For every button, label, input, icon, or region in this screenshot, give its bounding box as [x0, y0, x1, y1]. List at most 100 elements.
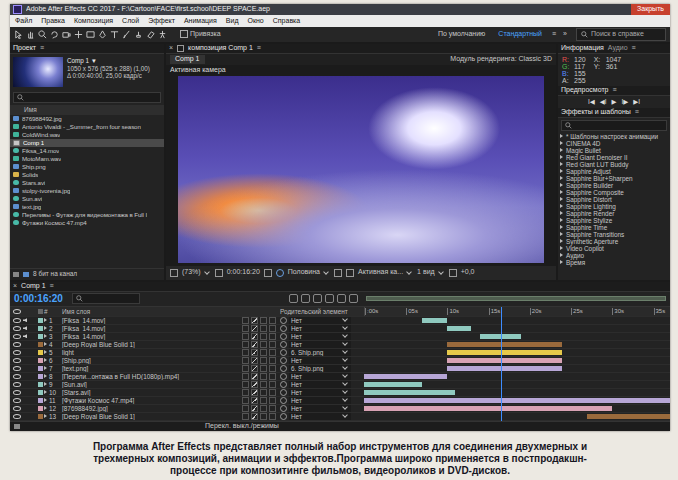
zoom-tool-icon[interactable] [38, 30, 47, 39]
project-item[interactable]: text.jpg [10, 203, 164, 211]
pan-tool-icon[interactable] [74, 30, 83, 39]
layer-bar[interactable] [364, 406, 612, 411]
effect-category[interactable]: Sapphire Lighting [560, 203, 668, 210]
effect-category[interactable]: Video Copilot [560, 245, 668, 252]
3d-switch-icon[interactable] [269, 349, 276, 356]
layer-name[interactable]: [Футажи Космос 47.mp4] [60, 397, 242, 404]
effect-category[interactable]: Sapphire Adjust [560, 168, 668, 175]
color-icon[interactable] [276, 269, 284, 277]
help-search[interactable]: Поиск в справке [576, 28, 666, 41]
pickwhip-icon[interactable] [280, 413, 287, 420]
snap-toggle[interactable]: Привязка [180, 30, 221, 39]
layer-bar[interactable] [364, 398, 670, 403]
expand-icon[interactable] [560, 225, 563, 229]
hand-tool-icon[interactable] [26, 30, 35, 39]
parent-value[interactable]: Нет [289, 405, 351, 412]
motion-blur-switch-icon[interactable] [260, 405, 267, 412]
viewer[interactable]: Активная камера [166, 65, 556, 266]
quality-switch-icon[interactable] [251, 381, 258, 388]
layer-name[interactable]: [Sun.avi] [60, 381, 242, 388]
shy-switch-icon[interactable] [242, 373, 249, 380]
menu-item[interactable]: Слой [122, 17, 139, 26]
expand-icon[interactable] [560, 260, 563, 264]
snap-checkbox[interactable] [180, 30, 188, 38]
parent-select[interactable]: Нет [280, 317, 364, 324]
3d-switch-icon[interactable] [269, 397, 276, 404]
motion-blur-switch-icon[interactable] [260, 373, 267, 380]
parent-value[interactable]: 6. Ship.png [289, 365, 351, 372]
expand-icon[interactable] [560, 211, 563, 215]
layer-row[interactable]: 12[876988492.jpg]Нет [10, 405, 670, 413]
transparency-icon[interactable] [346, 269, 354, 277]
playhead[interactable] [501, 307, 502, 421]
label-color[interactable] [38, 406, 43, 411]
parent-header[interactable]: Родительский элемент [280, 308, 364, 315]
effect-category[interactable]: Sapphire Blur+Sharpen [560, 175, 668, 182]
expand-icon[interactable] [44, 334, 47, 338]
layer-bar[interactable] [364, 374, 447, 379]
exposure[interactable]: +0,0 [461, 268, 475, 277]
shy-switch-icon[interactable] [242, 381, 249, 388]
shy-switch-icon[interactable] [242, 357, 249, 364]
expand-icon[interactable] [560, 218, 563, 222]
layer-bar[interactable] [364, 390, 455, 395]
motion-blur-switch-icon[interactable] [260, 365, 267, 372]
layer-bar[interactable] [447, 326, 472, 331]
column-header[interactable]: Имя [10, 105, 164, 115]
selection-tool-icon[interactable] [14, 30, 23, 39]
settings-icon[interactable] [449, 269, 457, 277]
effects-search[interactable] [561, 120, 667, 131]
motion-blur-switch-icon[interactable] [260, 317, 267, 324]
layer-name[interactable]: [Fiksa_14.mov] [60, 325, 242, 332]
pickwhip-icon[interactable] [280, 373, 287, 380]
effect-category[interactable]: Время [560, 259, 668, 266]
timeline-switch-icon[interactable] [313, 294, 322, 303]
label-color[interactable] [38, 414, 43, 419]
parent-value[interactable]: Нет [289, 397, 351, 404]
shy-switch-icon[interactable] [242, 349, 249, 356]
parent-select[interactable]: Нет [280, 357, 364, 364]
camera-select[interactable]: Активная ка... [358, 268, 413, 277]
layer-row[interactable]: 11[Футажи Космос 47.mp4]Нет [10, 397, 670, 405]
parent-value[interactable]: 6. Ship.png [289, 349, 351, 356]
parent-value[interactable]: Нет [289, 373, 351, 380]
3d-switch-icon[interactable] [269, 413, 276, 420]
shy-switch-icon[interactable] [242, 317, 249, 324]
expand-icon[interactable] [560, 246, 563, 250]
quality-switch-icon[interactable] [251, 389, 258, 396]
preview-button[interactable]: ▶ [612, 98, 617, 106]
quality-switch-icon[interactable] [251, 325, 258, 332]
time-navigator[interactable] [362, 292, 670, 306]
effect-category[interactable]: Sapphire Transitions [560, 231, 668, 238]
expand-icon[interactable] [560, 141, 563, 145]
expand-icon[interactable] [560, 155, 563, 159]
shy-switch-icon[interactable] [242, 341, 249, 348]
quality-switch-icon[interactable] [251, 365, 258, 372]
panel-title[interactable]: Проект [13, 44, 36, 53]
quality-switch-icon[interactable] [251, 341, 258, 348]
menu-item[interactable]: Окно [247, 17, 263, 26]
shy-switch-icon[interactable] [242, 333, 249, 340]
pickwhip-icon[interactable] [280, 397, 287, 404]
pickwhip-icon[interactable] [280, 357, 287, 364]
toggle-switches-modes[interactable]: Перекл. выкл./режимы [205, 422, 279, 431]
parent-select[interactable]: 6. Ship.png [280, 349, 364, 356]
renderer[interactable]: Модуль рендеринга: Classic 3D [450, 55, 552, 64]
menu-item[interactable]: Правка [41, 17, 65, 26]
motion-blur-switch-icon[interactable] [260, 333, 267, 340]
3d-switch-icon[interactable] [269, 325, 276, 332]
expand-icon[interactable] [560, 148, 563, 152]
stamp-tool-icon[interactable] [134, 30, 143, 39]
project-item[interactable]: Fiksa_14.mov [10, 147, 164, 155]
info-tab[interactable]: Информация [561, 44, 604, 53]
layer-row[interactable]: 9[Sun.avi]Нет [10, 381, 670, 389]
grid-icon[interactable] [215, 269, 223, 277]
comp-mini-icon[interactable] [14, 424, 20, 429]
effect-category[interactable]: * Шаблоны настроек анимации [560, 133, 668, 140]
menu-item[interactable]: Эффект [148, 17, 175, 26]
pickwhip-icon[interactable] [280, 365, 287, 372]
parent-select[interactable]: 6. Ship.png [280, 365, 364, 372]
expand-icon[interactable] [560, 176, 563, 180]
effect-category[interactable]: CINEMA 4D [560, 140, 668, 147]
motion-blur-switch-icon[interactable] [260, 349, 267, 356]
